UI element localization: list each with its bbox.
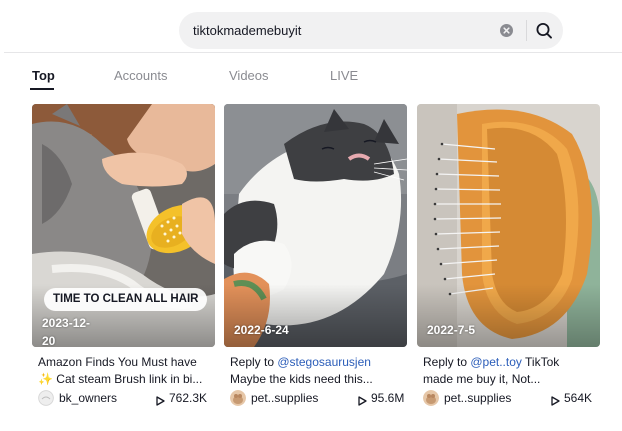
view-count: 564K xyxy=(564,391,593,405)
video-thumbnail[interactable]: 2022-7-5 xyxy=(417,104,600,347)
video-overlay-caption: TIME TO CLEAN ALL HAIR xyxy=(44,288,208,311)
video-date-line1: 2023-12- xyxy=(42,316,91,330)
cat-lying-image xyxy=(224,104,407,347)
username[interactable]: bk_owners xyxy=(59,391,117,405)
video-thumbnail[interactable]: TIME TO CLEAN ALL HAIR 2023-12- 20 xyxy=(32,104,215,347)
search-divider xyxy=(526,20,527,41)
video-date: 2022-7-5 xyxy=(427,323,476,337)
avatar[interactable] xyxy=(230,390,246,406)
mention-link[interactable]: @pet..toy xyxy=(470,355,522,369)
video-description[interactable]: Amazon Finds You Must have ✨ Cat steam B… xyxy=(38,354,216,388)
video-meta: pet..supplies 564K xyxy=(423,390,600,406)
reply-prefix: Reply to xyxy=(423,355,471,369)
view-count: 95.6M xyxy=(371,391,405,405)
description-suffix: TikTok xyxy=(521,355,560,369)
play-icon xyxy=(156,393,165,406)
video-date-line2: 20 xyxy=(42,334,56,347)
tab-videos[interactable]: Videos xyxy=(229,68,269,83)
mention-link[interactable]: @stegosaurusjen xyxy=(277,355,371,369)
avatar[interactable] xyxy=(38,390,54,406)
username[interactable]: pet..supplies xyxy=(444,391,511,405)
description-line: Reply to @pet..toy TikTok xyxy=(423,354,601,371)
description-line: ✨ Cat steam Brush link in bi... xyxy=(38,372,203,386)
active-tab-indicator xyxy=(30,88,54,90)
video-thumbnail[interactable]: 2022-6-24 xyxy=(224,104,407,347)
view-count: 762.3K xyxy=(169,391,208,405)
video-date: 2022-6-24 xyxy=(234,323,289,337)
video-meta: bk_owners 762.3K xyxy=(38,390,215,406)
search-bar xyxy=(179,12,563,49)
avatar[interactable] xyxy=(423,390,439,406)
description-line: Amazon Finds You Must have xyxy=(38,355,197,369)
video-description[interactable]: Reply to @stegosaurusjen Maybe the kids … xyxy=(230,354,408,388)
video-meta: pet..supplies 95.6M xyxy=(230,390,407,406)
description-line: made me buy it, Not... xyxy=(423,372,541,386)
search-icon[interactable] xyxy=(532,19,556,42)
tab-top[interactable]: Top xyxy=(32,68,55,83)
brush-closeup-image xyxy=(417,104,600,347)
tab-accounts[interactable]: Accounts xyxy=(114,68,167,83)
video-description[interactable]: Reply to @pet..toy TikTok made me buy it… xyxy=(423,354,601,388)
clear-icon[interactable] xyxy=(500,24,513,37)
description-line: Maybe the kids need this... xyxy=(230,372,373,386)
play-icon xyxy=(358,393,367,406)
description-line: Reply to @stegosaurusjen xyxy=(230,354,408,371)
video-date: 2023-12- 20 xyxy=(42,314,90,347)
tab-live[interactable]: LIVE xyxy=(330,68,358,83)
username[interactable]: pet..supplies xyxy=(251,391,318,405)
reply-prefix: Reply to xyxy=(230,355,278,369)
header-divider xyxy=(4,52,622,53)
search-input[interactable] xyxy=(193,21,493,40)
play-icon xyxy=(551,393,560,406)
